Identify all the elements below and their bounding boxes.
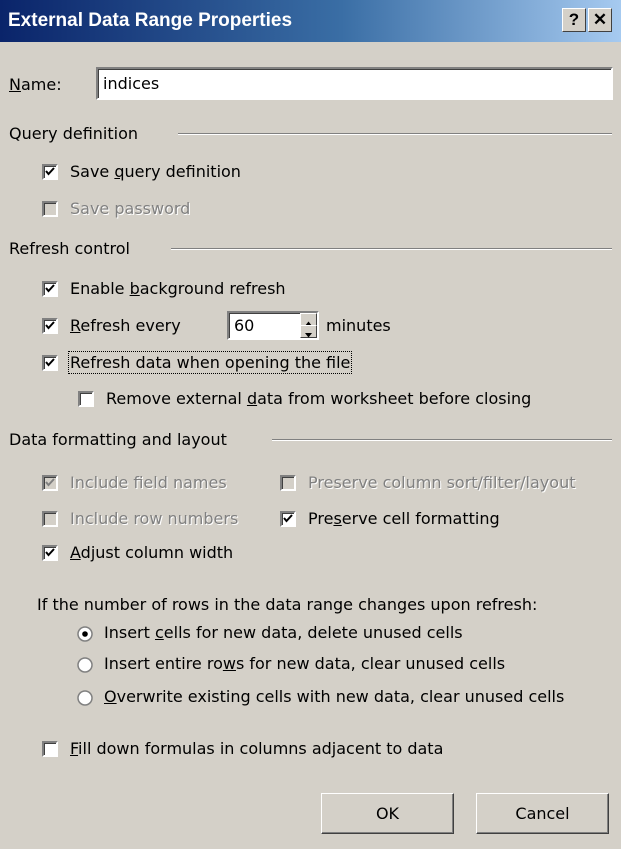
checkmark-icon [45, 358, 55, 367]
formatting-heading: Data formatting and layout [9, 430, 227, 449]
spin-down-button[interactable] [300, 325, 317, 338]
preserve-sort-label[interactable]: Preserve column sort/filter/layout [308, 473, 575, 492]
adjust-column-width-label[interactable]: Adjust column width [70, 543, 233, 562]
refresh-every-checkbox[interactable] [42, 318, 58, 334]
radio-insert-rows[interactable] [77, 657, 93, 673]
preserve-sort-checkbox[interactable] [280, 475, 296, 491]
formatting-divider [272, 439, 612, 441]
checkmark-icon [45, 478, 55, 487]
ok-button[interactable]: OK [321, 793, 454, 834]
arrow-down-icon [305, 333, 312, 338]
save-query-label[interactable]: Save query definition [70, 162, 241, 181]
minutes-label: minutes [326, 316, 391, 335]
radio-overwrite-cells[interactable] [77, 690, 93, 706]
save-password-checkbox[interactable] [42, 201, 58, 217]
remove-external-label[interactable]: Remove external data from worksheet befo… [106, 389, 531, 408]
adjust-column-width-checkbox[interactable] [42, 545, 58, 561]
insert-rows-label[interactable]: Insert entire rows for new data, clear u… [104, 654, 505, 673]
title-bar[interactable]: External Data Range Properties ? ✕ [0, 0, 621, 42]
include-row-numbers-checkbox[interactable] [42, 511, 58, 527]
query-definition-heading: Query definition [9, 124, 139, 143]
overwrite-cells-label[interactable]: Overwrite existing cells with new data, … [104, 687, 564, 706]
refresh-on-open-checkbox[interactable] [42, 355, 58, 371]
include-field-names-checkbox[interactable] [42, 475, 58, 491]
cancel-button[interactable]: Cancel [476, 793, 609, 834]
checkmark-icon [45, 321, 55, 330]
checkmark-icon [283, 514, 293, 523]
close-button[interactable]: ✕ [588, 8, 612, 32]
preserve-cell-formatting-checkbox[interactable] [280, 511, 296, 527]
checkmark-icon [45, 284, 55, 293]
include-field-names-label[interactable]: Include field names [70, 473, 227, 492]
refresh-control-heading: Refresh control [9, 239, 130, 258]
refresh-every-label[interactable]: Refresh every [70, 316, 181, 335]
rows-change-prompt: If the number of rows in the data range … [37, 595, 538, 614]
insert-cells-label[interactable]: Insert cells for new data, delete unused… [104, 623, 463, 642]
name-input[interactable]: indices [96, 67, 613, 100]
window-title: External Data Range Properties [8, 10, 293, 31]
name-label: Name: [9, 75, 62, 94]
save-query-checkbox[interactable] [42, 164, 58, 180]
fill-down-label[interactable]: Fill down formulas in columns adjacent t… [70, 739, 443, 758]
save-password-label[interactable]: Save password [70, 199, 190, 218]
help-icon: ? [568, 10, 580, 29]
background-refresh-label[interactable]: Enable background refresh [70, 279, 286, 298]
refresh-on-open-label[interactable]: Refresh data when opening the file [67, 351, 353, 374]
query-definition-divider [178, 133, 612, 135]
help-button[interactable]: ? [562, 8, 586, 32]
preserve-cell-formatting-label[interactable]: Preserve cell formatting [308, 509, 500, 528]
background-refresh-checkbox[interactable] [42, 281, 58, 297]
close-icon: ✕ [592, 10, 608, 29]
include-row-numbers-label[interactable]: Include row numbers [70, 509, 238, 528]
remove-external-checkbox[interactable] [78, 391, 94, 407]
radio-insert-cells[interactable] [77, 626, 93, 642]
checkmark-icon [45, 167, 55, 176]
checkmark-icon [45, 548, 55, 557]
fill-down-checkbox[interactable] [42, 741, 58, 757]
refresh-control-divider [171, 248, 612, 250]
